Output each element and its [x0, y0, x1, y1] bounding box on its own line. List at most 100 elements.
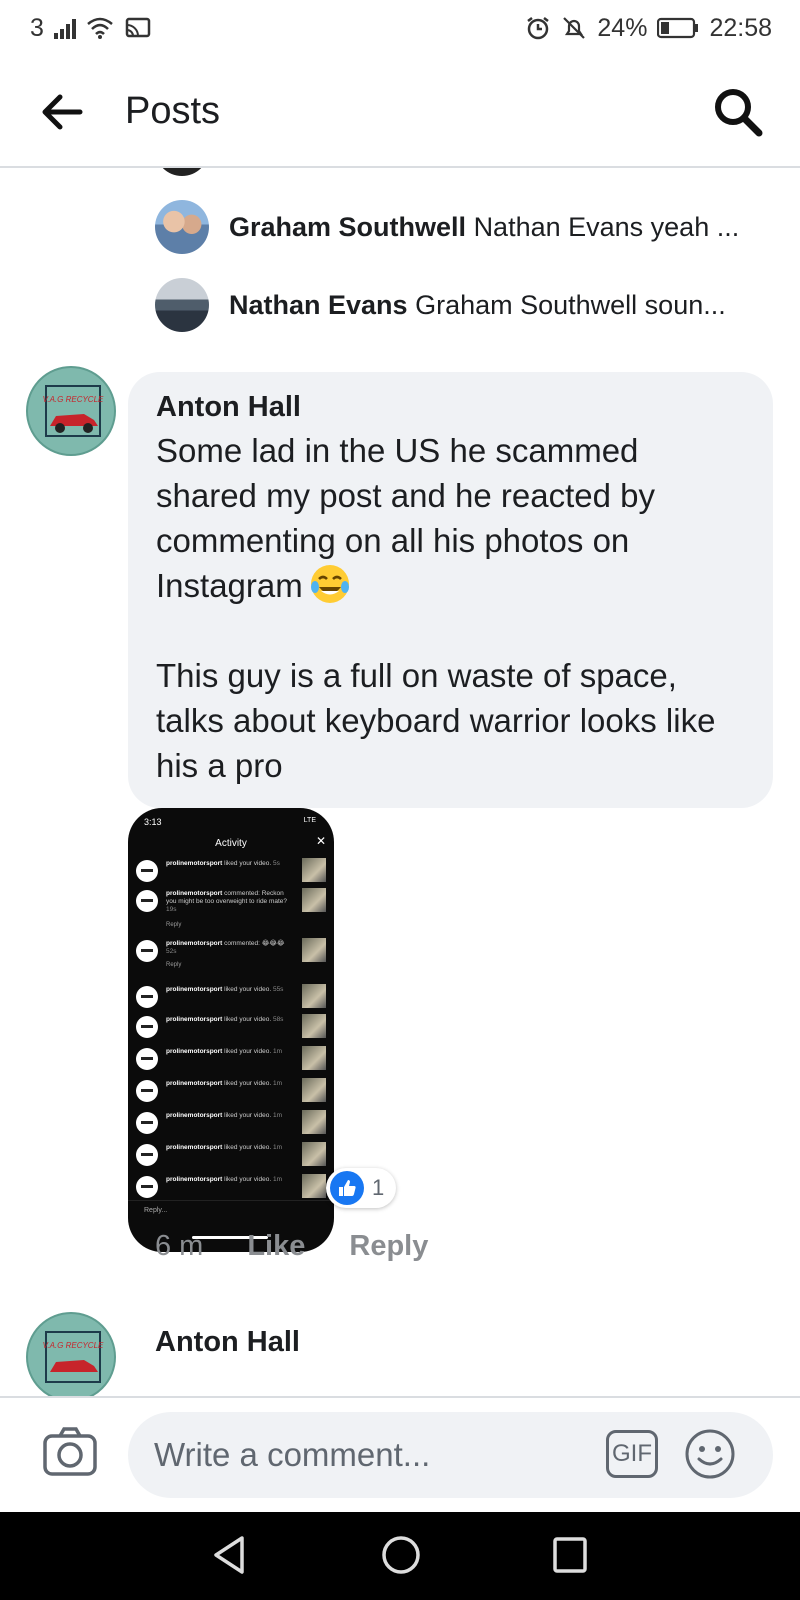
activity-age: 58s — [272, 1016, 284, 1023]
activity-age: 19s — [166, 906, 177, 913]
activity-user: prolinemotorsport — [166, 890, 223, 897]
activity-text: prolinemotorsport liked your video. 1m — [166, 1080, 294, 1088]
activity-row: prolinemotorsport liked your video. 1m — [136, 1142, 326, 1168]
mute-icon — [563, 17, 586, 39]
activity-age: 52s — [166, 948, 177, 955]
arrow-left-icon[interactable] — [40, 92, 84, 132]
reaction-count-pill[interactable]: 1 — [326, 1168, 397, 1208]
video-thumbnail — [302, 1174, 326, 1198]
activity-action: liked your video. — [224, 1144, 272, 1151]
gif-button[interactable]: GIF — [606, 1430, 658, 1478]
activity-action: liked your video. — [224, 1176, 272, 1183]
video-thumbnail — [302, 938, 326, 962]
close-icon: ✕ — [315, 834, 326, 848]
clock: 22:58 — [709, 13, 772, 42]
activity-text: prolinemotorsport liked your video. 1m — [166, 1176, 294, 1184]
wifi-icon — [87, 17, 113, 39]
back-triangle-icon[interactable] — [210, 1534, 250, 1576]
comments-list[interactable]: Graham Southwell Nathan Evans yeah ... N… — [0, 168, 800, 1396]
app-header: Posts — [0, 56, 800, 168]
thumbs-up-icon — [330, 1171, 364, 1205]
camera-icon[interactable] — [42, 1424, 98, 1480]
activity-action: liked your video. — [224, 860, 272, 867]
reply-preview[interactable]: Graham Southwell Nathan Evans yeah ... — [155, 200, 775, 254]
comment-bubble[interactable]: Anton Hall Some lad in the US he scammed… — [128, 372, 773, 808]
activity-user: prolinemotorsport — [166, 1016, 223, 1023]
activity-age: 1m — [272, 1144, 282, 1151]
attachment-status-network: LTE — [303, 817, 316, 824]
reply-author[interactable]: Nathan Evans — [229, 290, 408, 320]
activity-action: liked your video. — [224, 1080, 272, 1087]
status-bar: 3 24% 22:58 — [0, 0, 800, 56]
comment-text: Some lad in the US he scammed shared my … — [156, 428, 745, 788]
avatar — [155, 168, 209, 176]
activity-reply: Reply — [166, 922, 182, 928]
alarm-icon — [527, 17, 550, 40]
comment-actions: 6 m Like Reply — [155, 1230, 428, 1263]
avatar — [136, 1080, 158, 1102]
activity-text: prolinemotorsport liked your video. 1m — [166, 1048, 294, 1056]
activity-age: 1m — [272, 1080, 282, 1087]
video-thumbnail — [302, 1046, 326, 1070]
activity-action: liked your video. — [224, 1112, 272, 1119]
cast-icon — [125, 17, 151, 38]
activity-row: prolinemotorsport commented: Reckon you … — [136, 888, 326, 928]
activity-user: prolinemotorsport — [166, 940, 223, 947]
video-thumbnail — [302, 858, 326, 882]
attachment-reply-placeholder: Reply... — [144, 1207, 168, 1214]
search-icon[interactable] — [712, 86, 764, 138]
reply-author[interactable]: Graham Southwell — [229, 212, 466, 242]
reply-snippet: Graham Southwell soun... — [415, 289, 726, 320]
avatar-label: V.A.G RECYCLE — [43, 395, 104, 404]
activity-age: 1m — [272, 1176, 282, 1183]
video-thumbnail — [302, 888, 326, 912]
page-title: Posts — [125, 90, 221, 132]
recents-square-icon[interactable] — [550, 1534, 590, 1576]
comment-author[interactable]: Anton Hall — [155, 1326, 300, 1359]
activity-row: prolinemotorsport liked your video. 58s — [136, 1014, 326, 1040]
activity-row: prolinemotorsport liked your video. 1m — [136, 1110, 326, 1136]
activity-text: prolinemotorsport commented: Reckon you … — [166, 890, 294, 914]
comment-author[interactable]: Anton Hall — [156, 388, 745, 426]
video-thumbnail — [302, 984, 326, 1008]
attachment-status-time: 3:13 — [144, 817, 162, 827]
tears-of-joy-emoji-icon — [310, 565, 349, 603]
home-circle-icon[interactable] — [380, 1534, 422, 1576]
activity-user: prolinemotorsport — [166, 1176, 223, 1183]
avatar — [136, 1112, 158, 1134]
activity-age: 55s — [272, 986, 284, 993]
car-logo: V.A.G RECYCLE — [43, 385, 104, 437]
avatar — [136, 986, 158, 1008]
avatar — [136, 1144, 158, 1166]
reply-button[interactable]: Reply — [349, 1230, 428, 1263]
like-button[interactable]: Like — [247, 1230, 305, 1263]
avatar — [136, 1048, 158, 1070]
activity-text: prolinemotorsport liked your video. 58s — [166, 1016, 294, 1024]
reply-preview[interactable]: Nathan Evans Graham Southwell soun... — [155, 278, 775, 332]
smiley-icon[interactable] — [684, 1428, 736, 1480]
avatar — [136, 890, 158, 912]
activity-row: prolinemotorsport liked your video. 1m — [136, 1174, 326, 1200]
attachment-reply-bar: Reply... — [128, 1200, 334, 1222]
comment-input[interactable]: Write a comment... GIF — [128, 1412, 773, 1498]
comment-image-attachment[interactable]: 3:13 LTE Activity ✕ Reply... prolinemoto… — [128, 808, 334, 1252]
car-logo: V.A.G RECYCLE — [43, 1331, 104, 1383]
avatar — [136, 1016, 158, 1038]
avatar — [155, 278, 209, 332]
avatar — [136, 940, 158, 962]
video-thumbnail — [302, 1142, 326, 1166]
activity-row: prolinemotorsport liked your video. 1m — [136, 1046, 326, 1072]
activity-user: prolinemotorsport — [166, 1112, 223, 1119]
activity-row: prolinemotorsport liked your video. 5s — [136, 858, 326, 884]
avatar[interactable]: V.A.G RECYCLE — [26, 366, 116, 456]
activity-age: 5s — [272, 860, 280, 867]
activity-action: liked your video. — [224, 1048, 272, 1055]
attachment-title: Activity — [215, 838, 247, 849]
battery-icon — [657, 17, 699, 39]
comment-timestamp: 6 m — [155, 1230, 204, 1262]
activity-user: prolinemotorsport — [166, 1048, 223, 1055]
signal-icon — [53, 17, 76, 39]
comment-text-line: Some lad in the US he scammed shared my … — [156, 432, 655, 604]
avatar[interactable]: V.A.G RECYCLE — [26, 1312, 116, 1396]
activity-action: commented: 😂😂😂 — [224, 940, 285, 947]
